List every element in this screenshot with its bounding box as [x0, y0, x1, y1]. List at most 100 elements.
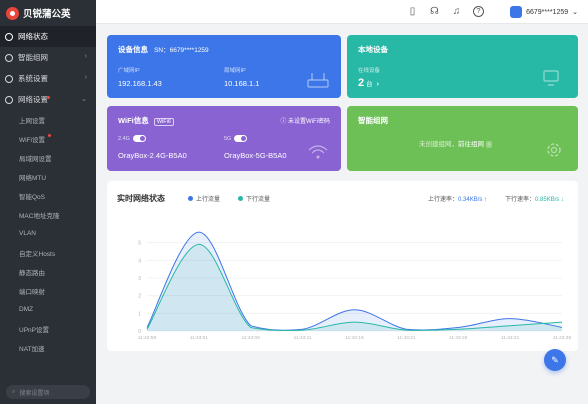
sidebar-subitem[interactable]: 端口映射	[0, 281, 96, 300]
wan-value: 192.168.1.43	[118, 79, 162, 88]
sidebar-subitem-label: NAT加速	[19, 345, 45, 353]
logo-icon	[6, 6, 19, 20]
sidebar-subitem-label: UPnP设置	[19, 326, 49, 334]
mesh-status: 未创建组网，前往组网 ›	[419, 141, 492, 148]
sidebar-subitem[interactable]: WiFi设置	[0, 129, 96, 148]
globe-icon	[5, 32, 13, 41]
sidebar-subitem-label: 自定义Hosts	[19, 250, 56, 258]
sidebar-subitem[interactable]: 网络MTU	[0, 167, 96, 186]
sidebar-subitem-label: 上网设置	[19, 117, 45, 125]
mesh-card[interactable]: 智能组网 未创建组网，前往组网 ›	[347, 106, 578, 171]
password-hint[interactable]: ⓘ 未设置WiFi密码	[280, 116, 330, 125]
y-tick-label: 4	[138, 258, 141, 264]
search-icon: ⌕	[12, 388, 16, 395]
ssid-24g: OrayBox-2.4G-B5A0	[118, 151, 187, 160]
sidebar-subitem[interactable]: UPnP设置	[0, 319, 96, 338]
sidebar-subitem[interactable]: DMZ	[0, 300, 96, 319]
sidebar-subitem[interactable]: 自定义Hosts	[0, 243, 96, 262]
online-devices-count: 2 台 ›	[358, 77, 379, 89]
sidebar-subitem[interactable]: 局域网设置	[0, 148, 96, 167]
wifi6-badge: WiFi6	[153, 118, 174, 126]
local-card-title: 本地设备	[358, 45, 388, 54]
sidebar-subitem-label: 局域网设置	[19, 155, 52, 163]
wifi-icon	[308, 145, 328, 159]
x-tick-label: 11:43:01	[190, 335, 209, 341]
sidebar-item-mesh[interactable]: 智能组网 ›	[0, 47, 96, 68]
devices-icon	[543, 70, 559, 86]
sidebar-subitem[interactable]: NAT加速	[0, 338, 96, 357]
band-24g: 2.4G	[118, 135, 146, 142]
user-id: 6679****1259	[526, 8, 569, 16]
sidebar-subitem-label: 静态路由	[19, 269, 45, 277]
x-tick-label: 11:43:21	[397, 335, 416, 341]
gear-icon	[547, 143, 561, 157]
realtime-network-chart: 实时网络状态 上行流量 下行流量 上行速率：0.34KB/s ↑ 下行速率：0.…	[107, 181, 578, 351]
sidebar-item-label: 系统设置	[18, 74, 48, 83]
bell-icon[interactable]: ♫	[451, 6, 462, 17]
online-devices-label: 在线设备	[358, 68, 381, 74]
sidebar-item-network-status[interactable]: 网络状态	[0, 26, 96, 47]
area-chart: 0 1 2 3 4 5 11:42:58 11:43:01 11:43:06 11:43:11 11…	[138, 231, 572, 341]
chevron-right-icon: ›	[84, 53, 87, 60]
device-info-card[interactable]: 设备信息 SN：6679****1259 广域网IP 192.168.1.43 …	[107, 35, 341, 98]
x-tick-label: 11:43:26	[449, 335, 468, 341]
sidebar-subitem[interactable]: 智能QoS	[0, 186, 96, 205]
wifi-24g-toggle[interactable]	[132, 135, 146, 142]
wifi-5g-toggle[interactable]	[234, 135, 248, 142]
top-bar: ▯ ☊ ♫ ? 6679****1259 ⌄	[96, 0, 588, 24]
mobile-icon[interactable]: ▯	[407, 6, 418, 17]
headset-icon[interactable]: ☊	[429, 6, 440, 17]
sidebar-item-label: 网络设置	[18, 95, 48, 104]
wan-label: 广域网IP	[118, 68, 140, 74]
brand-logo: 贝锐蒲公英	[0, 0, 96, 26]
band-5g: 5G	[224, 135, 248, 142]
sidebar-subitem[interactable]: 上网设置	[0, 110, 96, 129]
sn-label: SN：6679****1259	[154, 47, 209, 54]
x-tick-label: 11:43:11	[294, 335, 312, 341]
y-tick-label: 2	[138, 294, 141, 300]
y-tick-label: 1	[138, 311, 141, 317]
x-tick-label: 11:43:36	[553, 335, 572, 341]
x-tick-label: 11:43:31	[501, 335, 520, 341]
sidebar-item-system[interactable]: 系统设置 ›	[0, 68, 96, 89]
edit-fab-button[interactable]: ✎	[544, 349, 566, 371]
device-card-title: 设备信息 SN：6679****1259	[118, 45, 209, 54]
x-tick-label: 11:43:16	[345, 335, 364, 341]
y-tick-label: 3	[138, 276, 141, 282]
settings-icon	[5, 95, 13, 104]
sidebar-item-label: 网络状态	[18, 32, 48, 41]
chevron-down-icon: ⌄	[572, 9, 578, 16]
edit-icon: ✎	[551, 354, 559, 365]
sidebar-subitem-label: 端口映射	[19, 288, 45, 296]
notification-dot	[48, 134, 51, 137]
lan-value: 10.168.1.1	[224, 79, 260, 88]
sidebar-item-network-settings[interactable]: 网络设置 ⌄	[0, 89, 96, 110]
help-icon[interactable]: ?	[473, 6, 484, 17]
x-tick-label: 11:43:06	[242, 335, 261, 341]
x-tick-label: 11:42:58	[138, 335, 157, 341]
wifi-card-title: WiFi信息 WiFi6	[118, 115, 174, 126]
chevron-down-icon: ⌄	[81, 96, 87, 103]
create-mesh-link[interactable]: 前往组网	[458, 141, 484, 148]
sidebar-subitem[interactable]: MAC地址克隆	[0, 205, 96, 224]
sidebar-subitem-label: VLAN	[19, 230, 36, 237]
local-devices-card[interactable]: 本地设备 在线设备 2 台 ›	[347, 35, 578, 98]
lan-label: 局域网IP	[224, 68, 246, 74]
router-icon	[307, 73, 329, 88]
user-menu[interactable]: 6679****1259 ⌄	[510, 5, 578, 19]
ssid-5g: OrayBox-5G-B5A0	[224, 151, 287, 160]
avatar	[510, 6, 523, 18]
y-tick-label: 5	[138, 241, 141, 247]
sidebar-subitem[interactable]: VLAN	[0, 224, 96, 243]
mesh-card-title: 智能组网	[358, 116, 388, 125]
sidebar-subitem-label: WiFi设置	[19, 136, 45, 144]
sidebar-subitem-label: 网络MTU	[19, 174, 47, 182]
sidebar-item-label: 智能组网	[18, 53, 48, 62]
y-tick-label: 0	[138, 329, 141, 335]
notification-dot	[47, 96, 50, 99]
search-input[interactable]: ⌕ 搜索设置项	[6, 385, 90, 399]
sidebar-subitem[interactable]: 静态路由	[0, 262, 96, 281]
wifi-info-card[interactable]: WiFi信息 WiFi6 ⓘ 未设置WiFi密码 2.4G 5G OrayBox…	[107, 106, 341, 171]
chevron-right-icon: ›	[84, 74, 87, 81]
sidebar-subitem-label: MAC地址克隆	[19, 212, 60, 220]
